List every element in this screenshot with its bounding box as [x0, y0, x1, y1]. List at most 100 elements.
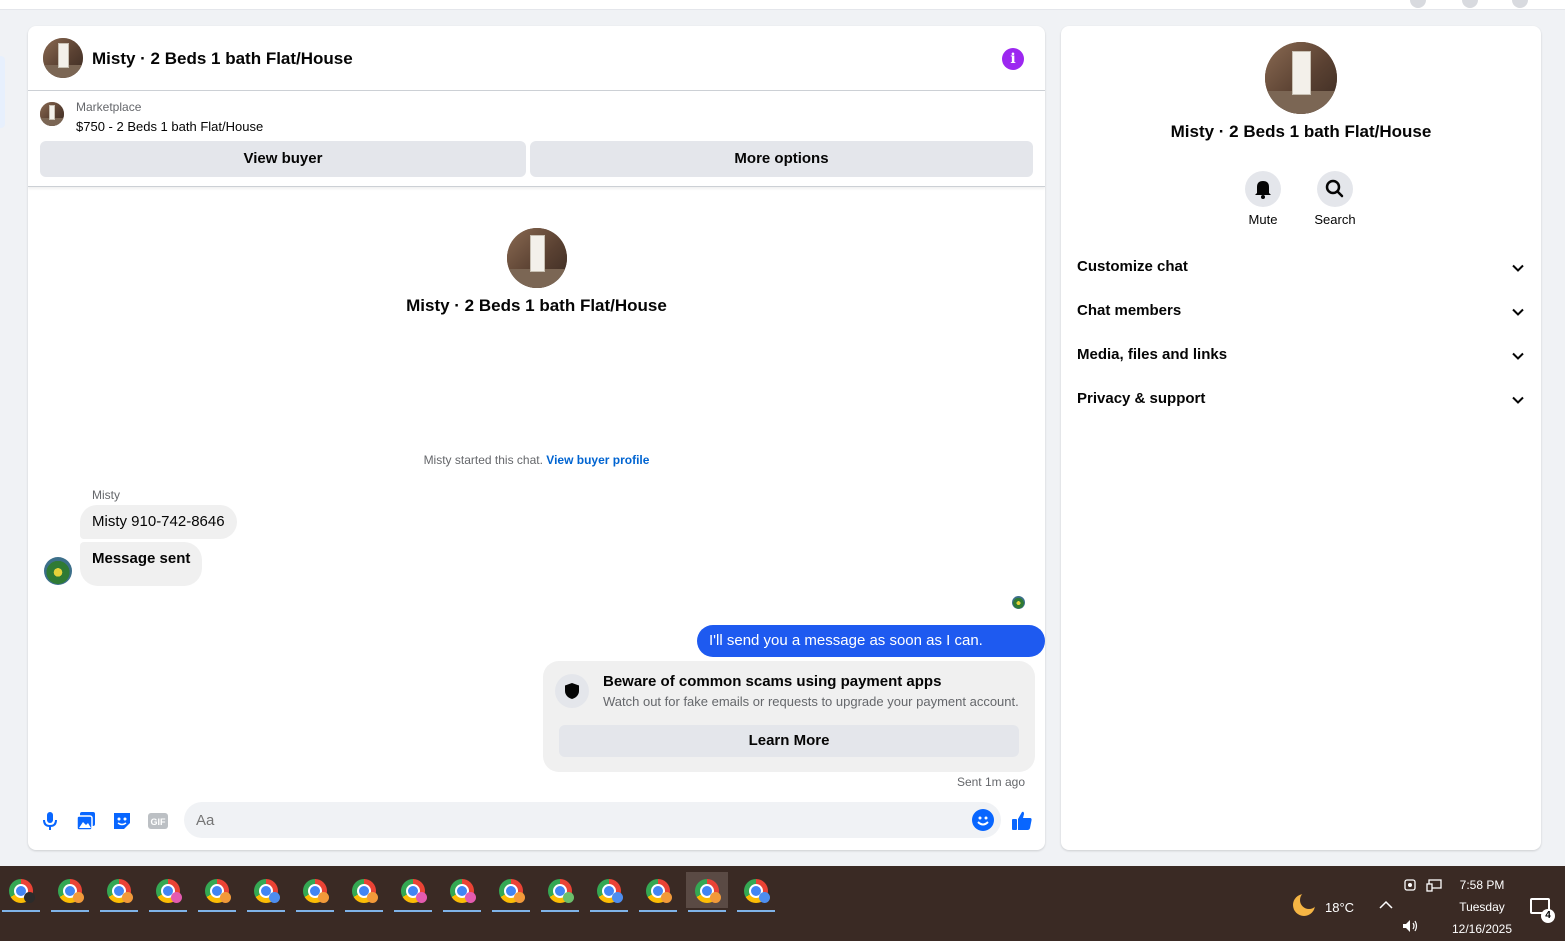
privacy-support-section[interactable]: Privacy & support: [1061, 378, 1541, 422]
taskbar-chrome-icon[interactable]: [196, 872, 238, 912]
taskbar-chrome-icon[interactable]: [0, 872, 42, 912]
section-label: Privacy & support: [1077, 390, 1206, 407]
taskbar-chrome-icon[interactable]: [147, 872, 189, 912]
marketplace-bar: Marketplace $750 - 2 Beds 1 bath Flat/Ho…: [28, 91, 1045, 187]
moon-icon: [1300, 891, 1318, 909]
sticker-icon[interactable]: [111, 810, 133, 832]
taskbar-chrome-icon[interactable]: [294, 872, 336, 912]
profile-badge-icon: [514, 892, 525, 903]
profile-badge-icon: [24, 892, 35, 903]
taskbar-chrome-icon[interactable]: [441, 872, 483, 912]
chevron-down-icon: [1512, 352, 1524, 360]
info-icon[interactable]: i: [1002, 48, 1024, 70]
volume-icon[interactable]: [1402, 919, 1420, 933]
running-indicator: [100, 910, 138, 912]
info-panel-title: Misty · 2 Beds 1 bath Flat/House: [1170, 122, 1432, 141]
gif-icon[interactable]: GIF: [147, 810, 169, 832]
more-options-button[interactable]: More options: [530, 141, 1033, 177]
profile-badge-icon: [122, 892, 133, 903]
search-icon: [1325, 179, 1344, 198]
started-text: Misty started this chat.: [423, 453, 543, 467]
chevron-down-icon: [1512, 308, 1524, 316]
outgoing-message[interactable]: I'll send you a message as soon as I can…: [697, 625, 1045, 681]
seen-receipt-avatar: [1012, 596, 1025, 609]
sent-timestamp: Sent 1m ago: [956, 775, 1025, 789]
svg-text:GIF: GIF: [151, 817, 167, 827]
shield-icon: [555, 674, 589, 708]
taskbar-chrome-icon[interactable]: [490, 872, 532, 912]
running-indicator: [737, 910, 775, 912]
profile-badge-icon: [465, 892, 476, 903]
profile-badge-icon: [171, 892, 182, 903]
scam-warning-title: Beware of common scams using payment app…: [603, 673, 942, 690]
learn-more-button[interactable]: Learn More: [559, 725, 1019, 757]
view-buyer-profile-link[interactable]: View buyer profile: [546, 453, 649, 467]
customize-chat-section[interactable]: Customize chat: [1061, 246, 1541, 290]
chat-title[interactable]: Misty · 2 Beds 1 bath Flat/House: [92, 49, 353, 69]
running-indicator: [443, 910, 481, 912]
meet-now-icon[interactable]: [1403, 878, 1417, 892]
conversation-avatar: [507, 228, 567, 288]
chat-info-panel: Misty · 2 Beds 1 bath Flat/House Mute Se…: [1061, 26, 1541, 850]
temperature[interactable]: 18°C: [1325, 900, 1354, 915]
message-input[interactable]: [196, 810, 956, 830]
clock-day[interactable]: Tuesday: [1440, 900, 1524, 914]
windows-taskbar: 18°C 7:58 PM Tuesday 12/16/2025 4: [0, 866, 1565, 941]
view-buyer-button[interactable]: View buyer: [40, 141, 526, 177]
emoji-icon[interactable]: [972, 809, 994, 831]
clock-time[interactable]: 7:58 PM: [1440, 878, 1524, 892]
message-composer[interactable]: [184, 802, 1001, 838]
search-button[interactable]: [1317, 171, 1353, 207]
chat-panel: Misty · 2 Beds 1 bath Flat/House i Marke…: [28, 26, 1045, 850]
running-indicator: [149, 910, 187, 912]
profile-badge-icon: [416, 892, 427, 903]
running-indicator: [2, 910, 40, 912]
listing-avatar[interactable]: [43, 38, 83, 78]
mute-label: Mute: [1248, 212, 1278, 227]
running-indicator: [345, 910, 383, 912]
photo-icon[interactable]: [75, 810, 97, 832]
section-label: Chat members: [1077, 302, 1182, 319]
profile-badge-icon: [367, 892, 378, 903]
clock-date[interactable]: 12/16/2025: [1440, 922, 1524, 936]
listing-price-title[interactable]: $750 - 2 Beds 1 bath Flat/House: [76, 119, 263, 134]
running-indicator: [541, 910, 579, 912]
section-label: Customize chat: [1077, 258, 1188, 275]
profile-badge-icon: [73, 892, 84, 903]
account-avatar[interactable]: [1512, 0, 1528, 8]
running-indicator: [394, 910, 432, 912]
taskbar-chrome-icon[interactable]: [49, 872, 91, 912]
menu-icon[interactable]: [1462, 0, 1478, 8]
scam-warning-card: Beware of common scams using payment app…: [543, 661, 1035, 772]
info-panel-avatar[interactable]: [1265, 42, 1337, 114]
taskbar-chrome-icon[interactable]: [735, 872, 777, 912]
thumbs-up-icon[interactable]: [1011, 810, 1033, 832]
search-label: Search: [1314, 212, 1356, 227]
taskbar-chrome-icon[interactable]: [539, 872, 581, 912]
taskbar-chrome-icon[interactable]: [343, 872, 385, 912]
mute-button[interactable]: [1245, 171, 1281, 207]
profile-badge-icon: [710, 892, 721, 903]
taskbar-chrome-icon[interactable]: [98, 872, 140, 912]
scam-warning-subtitle: Watch out for fake emails or requests to…: [603, 694, 1019, 709]
profile-badge-icon: [759, 892, 770, 903]
taskbar-chrome-icon[interactable]: [637, 872, 679, 912]
sender-avatar[interactable]: [44, 557, 72, 585]
chat-started-notice: Misty started this chat. View buyer prof…: [28, 453, 1045, 467]
taskbar-chrome-icon[interactable]: [686, 872, 728, 912]
chevron-up-icon[interactable]: [1379, 900, 1393, 910]
media-files-links-section[interactable]: Media, files and links: [1061, 334, 1541, 378]
chat-members-section[interactable]: Chat members: [1061, 290, 1541, 334]
profile-badge-icon: [220, 892, 231, 903]
listing-thumbnail[interactable]: [40, 102, 64, 126]
sender-name: Misty: [92, 488, 120, 502]
microphone-icon[interactable]: [39, 810, 61, 832]
taskbar-chrome-icon[interactable]: [245, 872, 287, 912]
incoming-message[interactable]: Misty 910-742-8646: [80, 505, 237, 539]
taskbar-chrome-icon[interactable]: [392, 872, 434, 912]
chevron-down-icon: [1512, 264, 1524, 272]
marketplace-label: Marketplace: [76, 100, 142, 114]
profile-icon[interactable]: [1410, 0, 1426, 8]
taskbar-chrome-icon[interactable]: [588, 872, 630, 912]
incoming-message[interactable]: Message sent: [80, 542, 203, 586]
